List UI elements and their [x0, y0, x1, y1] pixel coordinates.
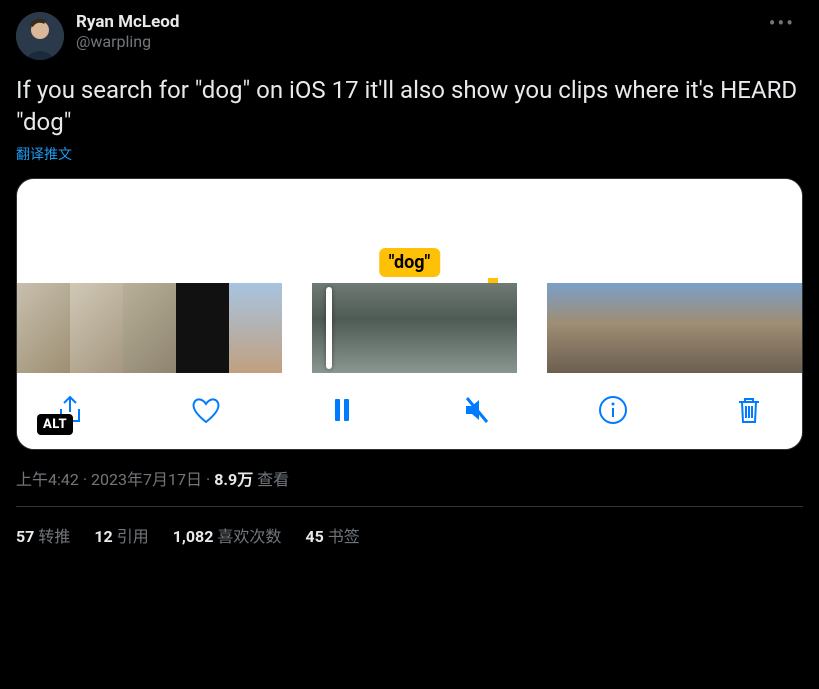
- info-button[interactable]: [596, 393, 630, 427]
- clip-thumbnail[interactable]: [632, 283, 674, 373]
- likes-stat[interactable]: 1,082喜欢次数: [173, 523, 282, 547]
- views-count[interactable]: 8.9万: [214, 470, 253, 489]
- avatar[interactable]: [16, 12, 64, 60]
- clip-thumbnail[interactable]: [70, 283, 123, 373]
- media-attachment[interactable]: "dog": [16, 178, 803, 450]
- tweet-date[interactable]: 2023年7月17日: [91, 470, 202, 489]
- clip-thumbnail[interactable]: [675, 283, 717, 373]
- retweets-stat[interactable]: 57转推: [16, 523, 70, 547]
- quotes-label: 引用: [117, 527, 149, 546]
- tweet-time[interactable]: 上午4:42: [16, 470, 79, 489]
- video-timeline[interactable]: [17, 283, 802, 373]
- display-name[interactable]: Ryan McLeod: [76, 12, 749, 32]
- translate-link[interactable]: 翻译推文: [16, 144, 803, 164]
- quotes-count: 12: [94, 527, 112, 546]
- likes-label: 喜欢次数: [217, 527, 281, 546]
- retweets-count: 57: [16, 527, 34, 546]
- bookmarks-count: 45: [305, 527, 323, 546]
- tweet-header: Ryan McLeod @warpling •••: [16, 12, 803, 60]
- media-whitespace: "dog": [17, 179, 802, 283]
- clip-thumbnail[interactable]: [229, 283, 282, 373]
- clip-thumbnail[interactable]: [17, 283, 70, 373]
- tweet-meta: 上午4:42·2023年7月17日·8.9万 查看: [16, 466, 803, 490]
- clip-thumbnail[interactable]: [449, 283, 518, 373]
- clip-thumbnail[interactable]: [590, 283, 632, 373]
- user-info: Ryan McLeod @warpling: [76, 12, 749, 52]
- media-controls: [17, 373, 802, 449]
- alt-badge[interactable]: ALT: [37, 414, 73, 435]
- engagement-stats: 57转推 12 引用 1,082喜欢次数 45 书签: [16, 507, 803, 547]
- clip-group[interactable]: [312, 283, 518, 373]
- tweet-text: If you search for "dog" on iOS 17 it'll …: [16, 74, 803, 138]
- quotes-stat[interactable]: 12 引用: [94, 523, 148, 547]
- views-label: 查看: [257, 470, 289, 489]
- delete-button[interactable]: [732, 393, 766, 427]
- clip-thumbnail[interactable]: [717, 283, 759, 373]
- pause-button[interactable]: [325, 393, 359, 427]
- likes-count: 1,082: [173, 527, 214, 546]
- bookmarks-stat[interactable]: 45 书签: [305, 523, 359, 547]
- more-button[interactable]: •••: [761, 12, 803, 34]
- clip-thumbnail[interactable]: [312, 283, 381, 373]
- user-handle[interactable]: @warpling: [76, 32, 749, 52]
- clip-thumbnail[interactable]: [380, 283, 449, 373]
- tweet-container: Ryan McLeod @warpling ••• If you search …: [0, 0, 819, 559]
- clip-thumbnail[interactable]: [123, 283, 176, 373]
- speaker-muted-icon: [461, 394, 493, 426]
- retweets-label: 转推: [38, 527, 70, 546]
- mute-button[interactable]: [460, 393, 494, 427]
- clip-thumbnail[interactable]: [760, 283, 802, 373]
- trash-icon: [733, 394, 765, 426]
- clip-group[interactable]: [547, 283, 802, 373]
- info-icon: [597, 394, 629, 426]
- clip-thumbnail[interactable]: [547, 283, 589, 373]
- playhead-indicator[interactable]: [326, 287, 332, 369]
- search-term-badge: "dog": [379, 248, 441, 277]
- heart-icon: [190, 394, 222, 426]
- avatar-image: [16, 12, 64, 60]
- bookmarks-label: 书签: [328, 527, 360, 546]
- clip-thumbnail[interactable]: [176, 283, 229, 373]
- clip-group[interactable]: [17, 283, 282, 373]
- pause-icon: [326, 394, 358, 426]
- like-button[interactable]: [189, 393, 223, 427]
